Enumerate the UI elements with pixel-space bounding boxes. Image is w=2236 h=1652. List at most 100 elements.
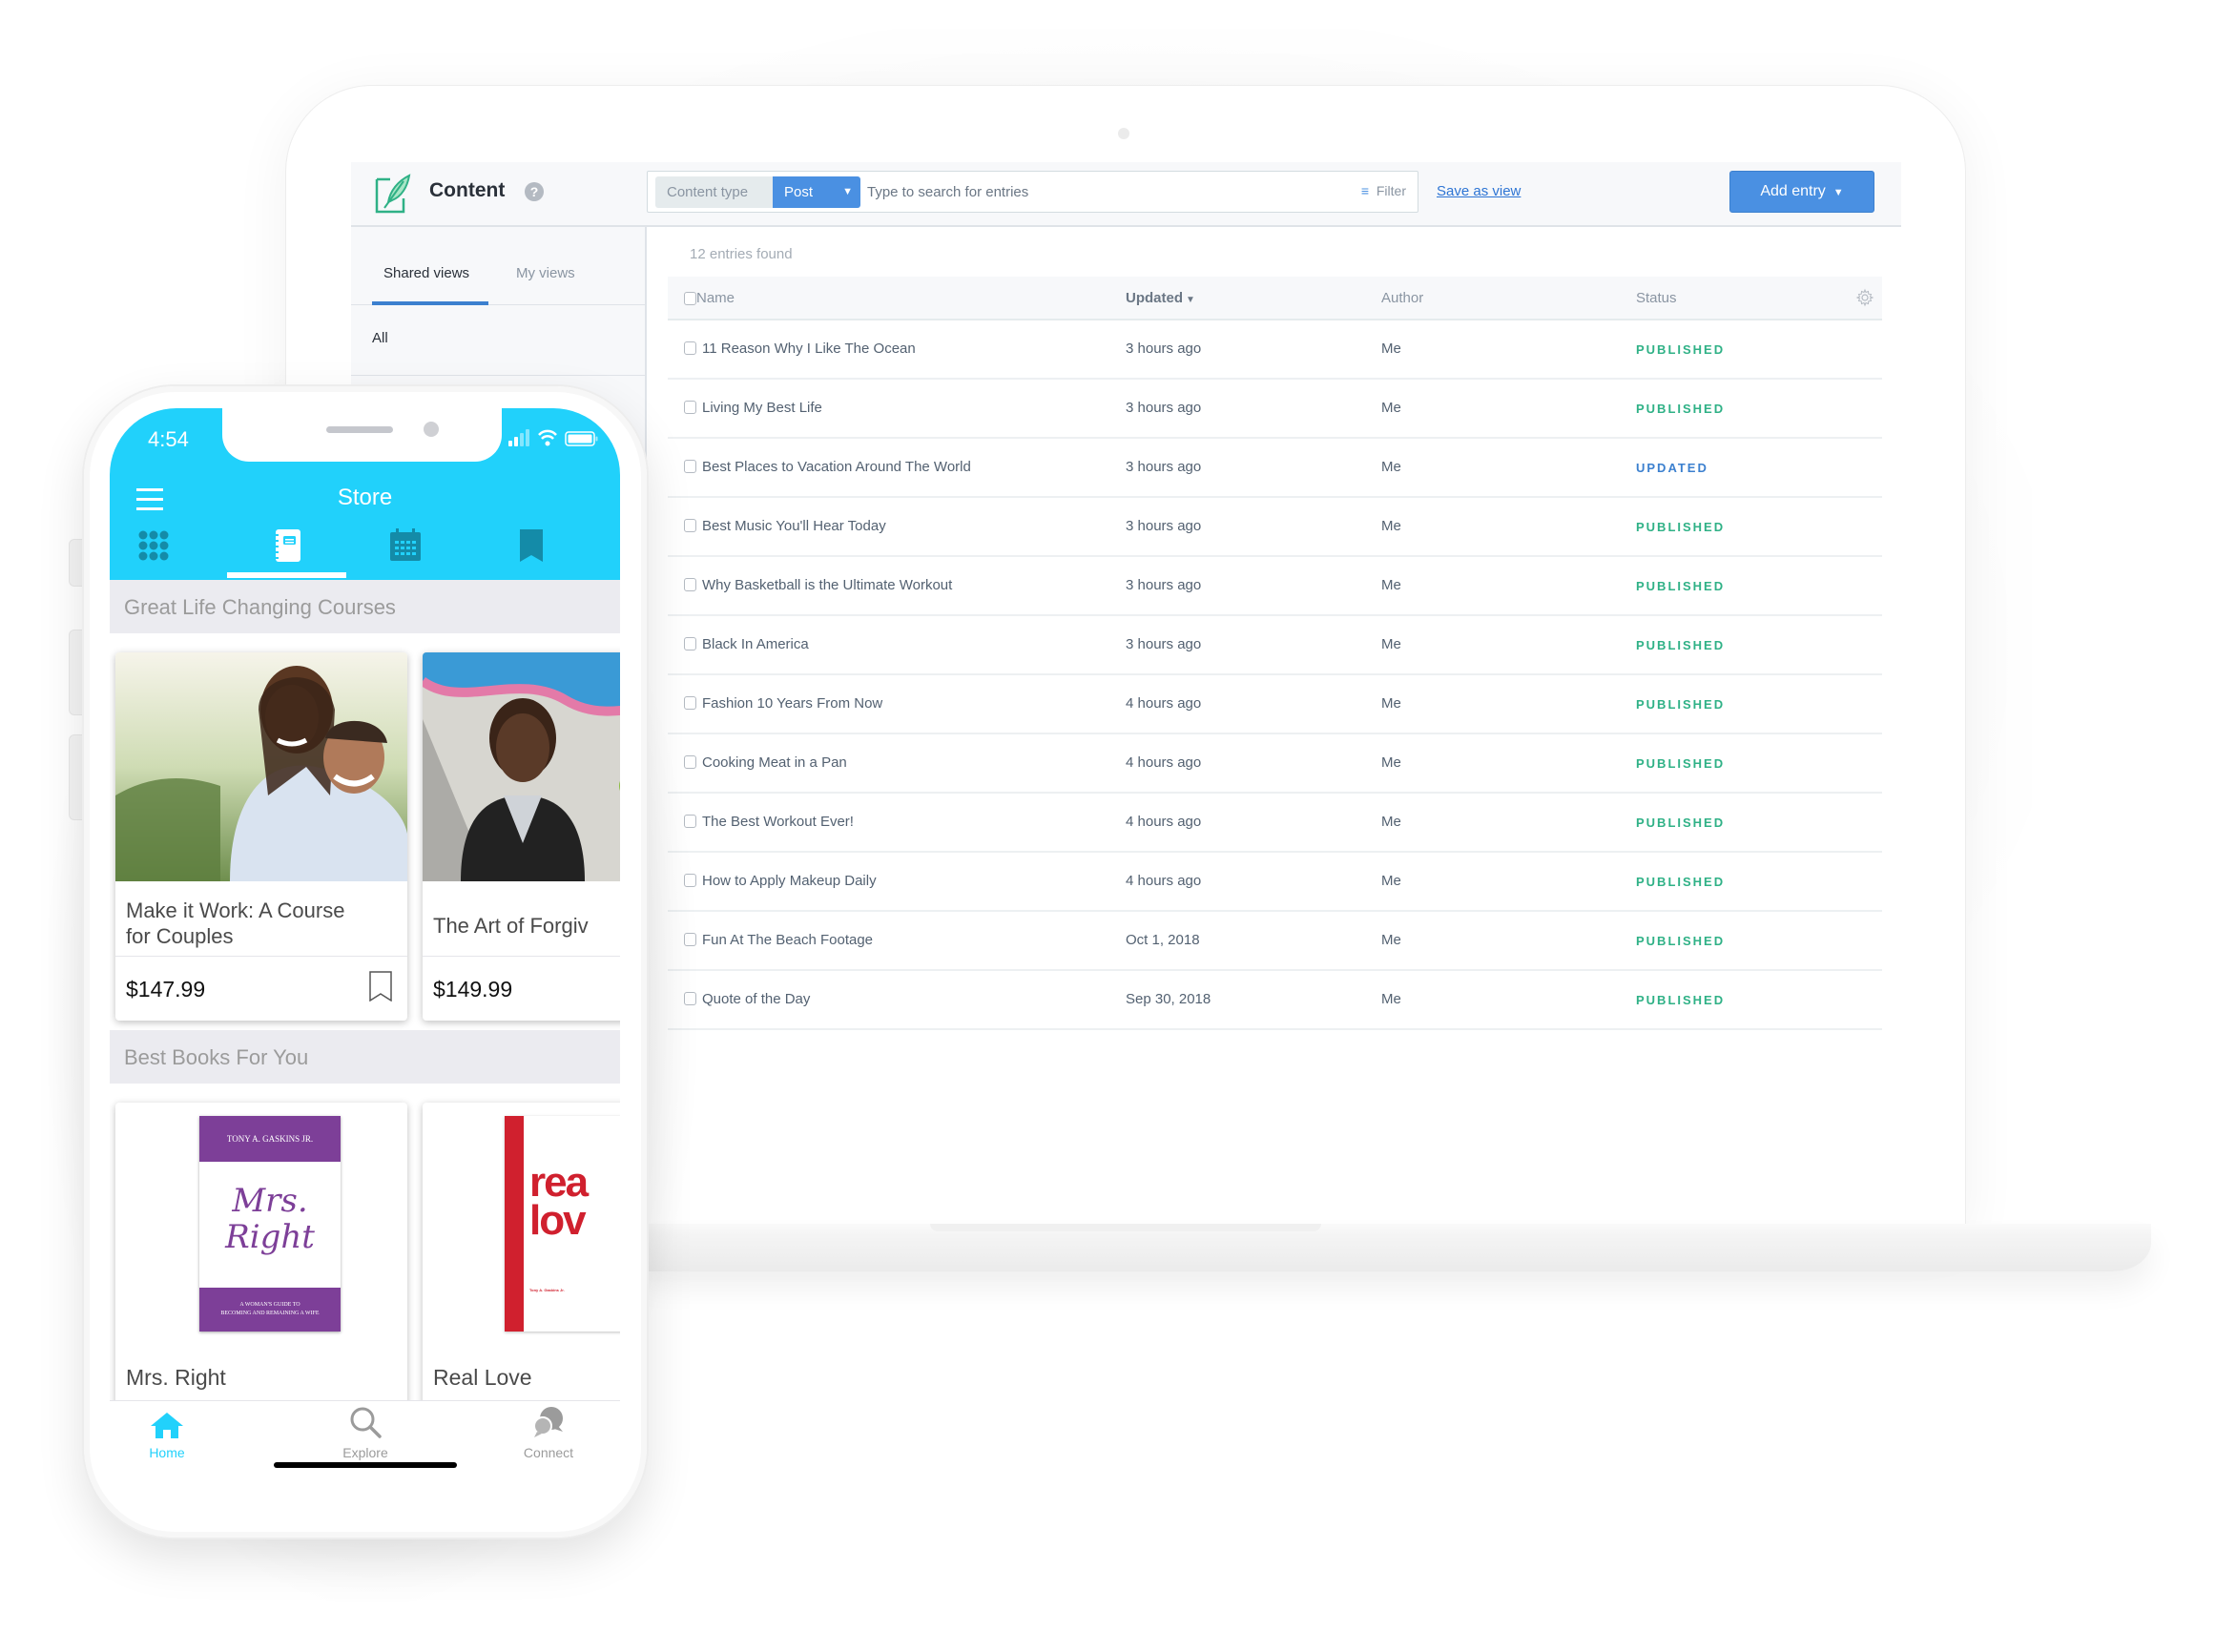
table-row[interactable]: 11 Reason Why I Like The Ocean 3 hours ag… <box>668 320 1882 380</box>
table-row[interactable]: Living My Best Life 3 hours ago Me PUBLISHE… <box>668 380 1882 439</box>
tabbar-explore[interactable]: Explore <box>308 1407 423 1460</box>
notebook-icon[interactable] <box>268 527 306 565</box>
bookmark-outline-icon[interactable] <box>369 971 392 1002</box>
course-image-man <box>423 652 620 881</box>
table-row[interactable]: Why Basketball is the Ultimate Workout 3 … <box>668 557 1882 616</box>
status-badge: PUBLISHED <box>1636 816 1726 830</box>
bookmark-icon[interactable] <box>512 527 550 565</box>
content-type-select[interactable]: Post ▼ <box>773 176 860 208</box>
table-row[interactable]: Quote of the Day Sep 30, 2018 Me PUBLISHED <box>668 971 1882 1030</box>
add-entry-button[interactable]: Add entry ▼ <box>1729 171 1874 213</box>
sidebar-divider <box>351 375 645 376</box>
column-updated-label: Updated <box>1126 290 1183 306</box>
row-checkbox[interactable] <box>684 401 696 414</box>
tab-shared-views[interactable]: Shared views <box>383 265 469 281</box>
search-input[interactable] <box>867 176 1315 208</box>
active-tab-indicator <box>372 301 488 305</box>
search-bar: Content type Post ▼ ≡ Filter <box>647 171 1418 213</box>
entry-name[interactable]: The Best Workout Ever! <box>702 814 854 830</box>
entry-author: Me <box>1381 932 1401 948</box>
entry-name[interactable]: How to Apply Makeup Daily <box>702 873 877 889</box>
store-title: Store <box>337 485 393 510</box>
table-row[interactable]: Best Music You'll Hear Today 3 hours ago M… <box>668 498 1882 557</box>
entry-name[interactable]: Cooking Meat in a Pan <box>702 754 847 771</box>
course-image-couple <box>115 652 407 881</box>
grid-icon[interactable] <box>135 527 173 565</box>
book-title: Real Love <box>433 1365 532 1390</box>
column-author[interactable]: Author <box>1381 290 1423 306</box>
book-card[interactable]: TONY A. GASKINS JR. Mrs. Right A WOMAN'S… <box>115 1103 407 1408</box>
entry-name[interactable]: Best Music You'll Hear Today <box>702 518 886 534</box>
gear-icon[interactable] <box>1855 288 1874 307</box>
table-row[interactable]: The Best Workout Ever! 4 hours ago Me PUBLI… <box>668 794 1882 853</box>
table-row[interactable]: How to Apply Makeup Daily 4 hours ago Me PU… <box>668 853 1882 912</box>
status-badge: PUBLISHED <box>1636 934 1726 948</box>
entry-updated: Sep 30, 2018 <box>1126 991 1211 1007</box>
sort-caret-icon: ▼ <box>1186 295 1195 305</box>
entry-updated: 3 hours ago <box>1126 518 1202 534</box>
entry-name[interactable]: Living My Best Life <box>702 400 822 416</box>
tabbar-connect-label: Connect <box>523 1445 574 1460</box>
chevron-down-icon: ▼ <box>1832 187 1844 198</box>
entry-name[interactable]: Quote of the Day <box>702 991 810 1007</box>
entry-name[interactable]: 11 Reason Why I Like The Ocean <box>702 341 916 357</box>
entry-name[interactable]: Black In America <box>702 636 809 652</box>
tabbar-connect[interactable]: Connect <box>491 1407 606 1460</box>
battery-icon <box>565 431 598 446</box>
calendar-icon[interactable] <box>386 527 424 565</box>
phone-notch <box>222 408 502 462</box>
table-row[interactable]: Fun At The Beach Footage Oct 1, 2018 Me PUB… <box>668 912 1882 971</box>
book-cover-title: rea lov <box>529 1162 589 1242</box>
entry-updated: 3 hours ago <box>1126 400 1202 416</box>
row-checkbox[interactable] <box>684 341 696 355</box>
sidebar-item-all[interactable]: All <box>372 330 388 346</box>
entry-updated: 4 hours ago <box>1126 814 1202 830</box>
entry-author: Me <box>1381 341 1401 357</box>
save-as-view-link[interactable]: Save as view <box>1437 183 1521 199</box>
bottom-tab-bar: Home Explore Connect <box>110 1400 620 1513</box>
table-row[interactable]: Black In America 3 hours ago Me PUBLISHED <box>668 616 1882 675</box>
table-body: 11 Reason Why I Like The Ocean 3 hours ag… <box>668 320 1882 1030</box>
status-icons <box>508 429 598 446</box>
tab-my-views[interactable]: My views <box>516 265 575 281</box>
status-badge: PUBLISHED <box>1636 875 1726 889</box>
book-cover-subtitle: A WOMAN'S GUIDE TO BECOMING AND REMAININ… <box>199 1288 341 1332</box>
table-row[interactable]: Fashion 10 Years From Now 4 hours ago Me PU… <box>668 675 1882 734</box>
book-card[interactable]: rea lov Tony A. Gaskins Jr. Real Love <box>423 1103 620 1408</box>
status-time: 4:54 <box>148 427 189 451</box>
book-cover-stripe <box>505 1116 524 1332</box>
tabbar-home[interactable]: Home <box>110 1411 224 1460</box>
entry-author: Me <box>1381 695 1401 712</box>
column-updated[interactable]: Updated ▼ <box>1126 290 1195 306</box>
entry-updated: 3 hours ago <box>1126 636 1202 652</box>
tabbar-home-label: Home <box>149 1445 185 1460</box>
filter-button[interactable]: ≡ Filter <box>1361 183 1406 198</box>
book-cover-mrs-right: TONY A. GASKINS JR. Mrs. Right A WOMAN'S… <box>199 1116 341 1332</box>
entry-name[interactable]: Fashion 10 Years From Now <box>702 695 882 712</box>
table-row[interactable]: Best Places to Vacation Around The World… <box>668 439 1882 498</box>
column-status[interactable]: Status <box>1636 290 1677 306</box>
card-divider <box>115 956 407 957</box>
entry-name[interactable]: Fun At The Beach Footage <box>702 932 873 948</box>
entry-updated: 4 hours ago <box>1126 873 1202 889</box>
add-entry-label: Add entry <box>1760 183 1826 199</box>
tabbar-explore-label: Explore <box>342 1445 388 1460</box>
phone-speaker <box>326 426 393 433</box>
entries-count: 12 entries found <box>690 246 793 262</box>
entries-table: Name Updated ▼ Author Status 11 Reason Wh… <box>668 277 1882 1030</box>
entry-name[interactable]: Why Basketball is the Ultimate Workout <box>702 577 952 593</box>
book-title: Mrs. Right <box>126 1365 226 1390</box>
column-name[interactable]: Name <box>696 290 735 306</box>
table-row[interactable]: Cooking Meat in a Pan 4 hours ago Me PUBLIS… <box>668 734 1882 794</box>
card-divider <box>423 956 620 957</box>
select-all-checkbox[interactable] <box>684 292 696 305</box>
course-card[interactable]: The Art of Forgiv $149.99 <box>423 652 620 1021</box>
book-cover-author: Tony A. Gaskins Jr. <box>529 1288 565 1292</box>
entry-author: Me <box>1381 636 1401 652</box>
course-price: $147.99 <box>126 977 206 1002</box>
book-cover-subtitle-line-1: A WOMAN'S GUIDE TO <box>239 1302 300 1308</box>
entry-name[interactable]: Best Places to Vacation Around The World <box>702 459 971 475</box>
book-cover-subtitle-line-2: BECOMING AND REMAINING A WIFE <box>220 1311 320 1316</box>
help-icon[interactable]: ? <box>525 182 544 201</box>
course-card[interactable]: Make it Work: A Course for Couples $147.… <box>115 652 407 1021</box>
